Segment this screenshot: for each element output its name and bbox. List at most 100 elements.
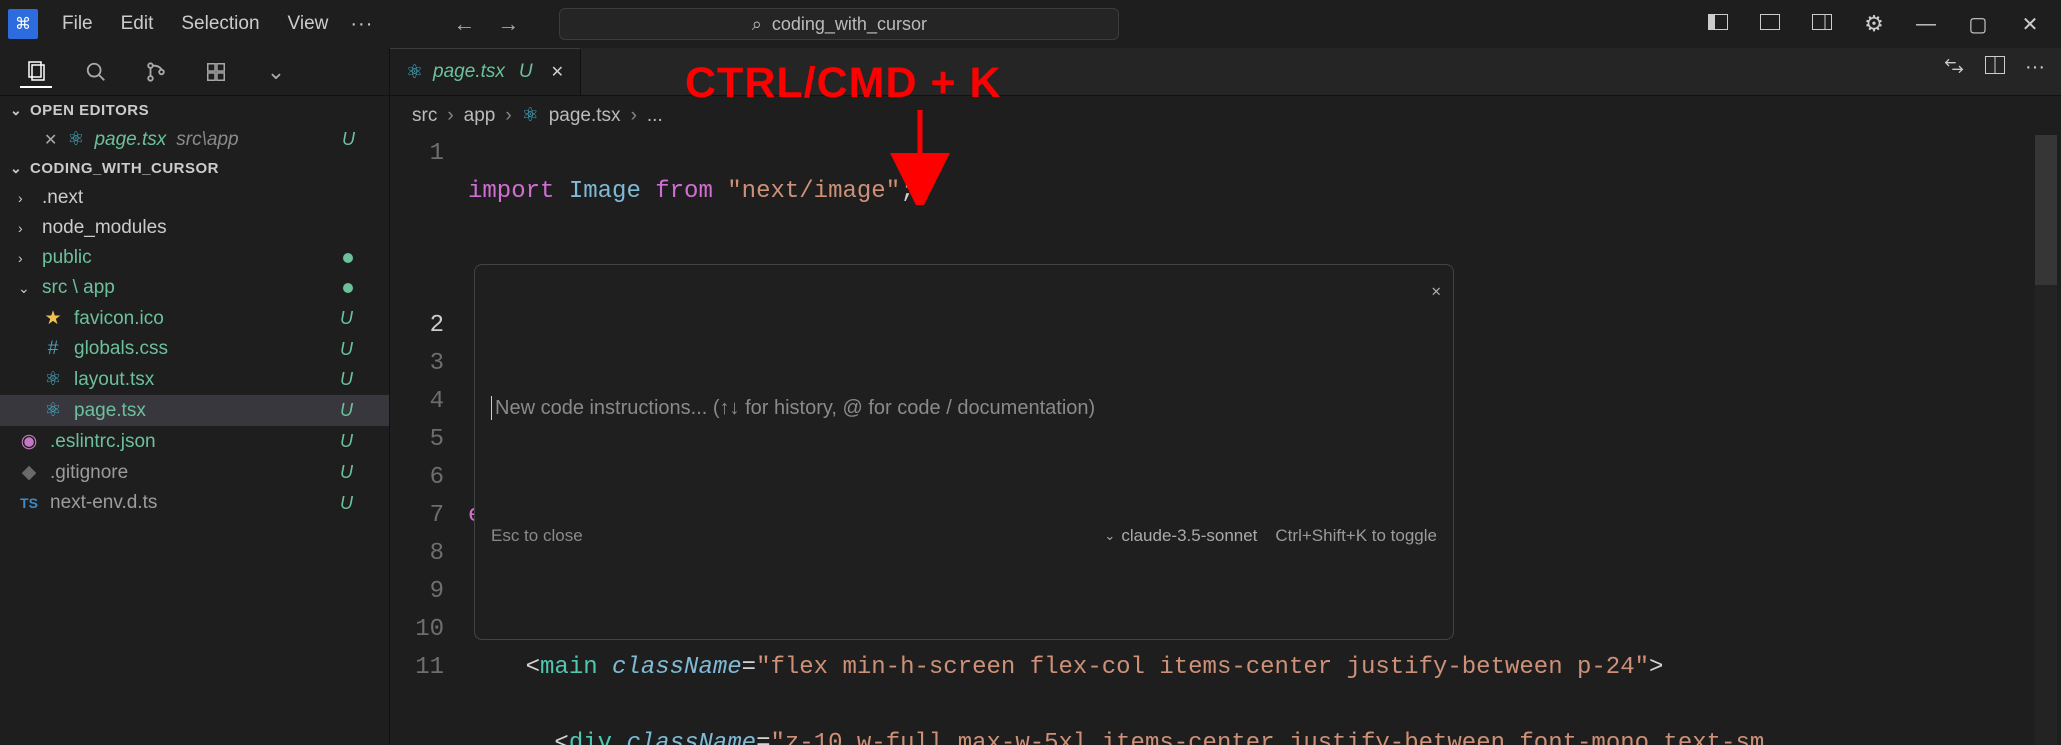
tab-page-tsx[interactable]: ⚛ page.tsx U ✕	[390, 48, 581, 95]
open-editors-header[interactable]: ⌄ OPEN EDITORS	[0, 96, 389, 125]
search-icon[interactable]	[80, 56, 112, 88]
react-icon: ⚛	[406, 61, 423, 84]
file-label: page.tsx	[74, 400, 146, 422]
window-minimize-icon[interactable]: —	[1911, 13, 1941, 36]
toggle-hint: Ctrl+Shift+K to toggle	[1275, 517, 1437, 555]
modified-dot-icon	[343, 253, 353, 263]
chevron-right-icon: ›	[18, 190, 32, 206]
git-icon: ◆	[18, 461, 40, 484]
file-label: next-env.d.ts	[50, 492, 157, 514]
line-gutter: 1 2 3 4 5 6 7 8 9 10 11	[390, 135, 468, 745]
menu-selection[interactable]: Selection	[181, 13, 259, 35]
compare-changes-icon[interactable]	[1943, 56, 1965, 82]
folder-src-app[interactable]: ⌄ src \ app	[0, 273, 389, 303]
status-badge: U	[340, 462, 371, 483]
code-lines[interactable]: import Image from "next/image"; ✕ New co…	[468, 135, 2061, 745]
react-icon: ⚛	[522, 104, 539, 127]
breadcrumb-part[interactable]: src	[412, 105, 437, 127]
minimap-thumb[interactable]	[2035, 135, 2057, 285]
close-icon[interactable]: ✕	[551, 62, 564, 82]
workspace-root-name: CODING_WITH_CURSOR	[30, 160, 219, 177]
close-icon[interactable]: ✕	[1431, 273, 1441, 311]
file-eslintrc[interactable]: ◉ .eslintrc.json U	[0, 426, 389, 457]
minimap[interactable]	[2035, 135, 2057, 745]
folder-label: src \ app	[42, 277, 115, 299]
inline-chat-panel[interactable]: ✕ New code instructions... (↑↓ for histo…	[474, 264, 1454, 640]
file-next-env[interactable]: TS next-env.d.ts U	[0, 488, 389, 518]
sidebar-column: ⌄ ⌄ OPEN EDITORS ✕ ⚛ page.tsx src\app U …	[0, 48, 390, 745]
command-center-text: coding_with_cursor	[772, 14, 927, 35]
split-editor-icon[interactable]	[1985, 56, 2005, 82]
main-row: ⌄ ⌄ OPEN EDITORS ✕ ⚛ page.tsx src\app U …	[0, 48, 2061, 745]
settings-gear-icon[interactable]: ⚙	[1859, 11, 1889, 37]
tab-label: page.tsx	[433, 61, 505, 83]
file-globals-css[interactable]: # globals.css U	[0, 334, 389, 364]
file-label: .eslintrc.json	[50, 431, 156, 453]
model-selector[interactable]: ⌄ claude-3.5-sonnet	[1104, 517, 1257, 555]
open-editor-item[interactable]: ✕ ⚛ page.tsx src\app U	[0, 125, 389, 154]
breadcrumbs[interactable]: src › app › ⚛ page.tsx › ...	[390, 96, 2061, 135]
command-center[interactable]: ⌕ coding_with_cursor	[559, 8, 1119, 40]
chevron-right-icon: ›	[18, 220, 32, 236]
status-badge: U	[340, 308, 371, 329]
open-editor-name: page.tsx	[94, 129, 166, 151]
modified-dot-icon	[343, 283, 353, 293]
model-name: claude-3.5-sonnet	[1121, 517, 1257, 555]
text-caret-icon	[491, 396, 492, 420]
react-icon: ⚛	[67, 128, 84, 151]
status-badge: U	[340, 369, 371, 390]
editor-view[interactable]: 1 2 3 4 5 6 7 8 9 10 11 import Image fro…	[390, 135, 2061, 745]
extensions-icon[interactable]	[200, 56, 232, 88]
chevron-down-icon[interactable]: ⌄	[260, 56, 292, 88]
editor-column: ⚛ page.tsx U ✕ ··· src › app › ⚛ page.ts…	[390, 48, 2061, 745]
explorer-toolbar: ⌄	[0, 48, 389, 96]
file-favicon[interactable]: ★ favicon.ico U	[0, 303, 389, 334]
menu-overflow-icon[interactable]: ···	[350, 13, 373, 36]
esc-hint: Esc to close	[491, 517, 583, 555]
layout-primary-sidebar-icon[interactable]	[1703, 13, 1733, 36]
folder-public[interactable]: › public	[0, 243, 389, 273]
app-icon: ⌘	[8, 9, 38, 39]
menu-file[interactable]: File	[62, 13, 93, 35]
menu-view[interactable]: View	[288, 13, 329, 35]
json-icon: ◉	[18, 430, 40, 453]
menu-edit[interactable]: Edit	[121, 13, 154, 35]
menu-bar: File Edit Selection View	[62, 13, 328, 35]
explorer-files-icon[interactable]	[20, 56, 52, 88]
nav-back-icon[interactable]: ←	[453, 11, 475, 37]
chevron-down-icon: ⌄	[10, 160, 24, 177]
react-icon: ⚛	[42, 399, 64, 422]
close-icon[interactable]: ✕	[44, 130, 57, 150]
file-label: favicon.ico	[74, 308, 164, 330]
folder-label: .next	[42, 187, 83, 209]
breadcrumb-part[interactable]: page.tsx	[549, 105, 621, 127]
status-badge: U	[342, 129, 373, 150]
chevron-right-icon: ›	[447, 105, 453, 127]
breadcrumb-part[interactable]: app	[464, 105, 496, 127]
chevron-right-icon: ›	[18, 250, 32, 266]
file-gitignore[interactable]: ◆ .gitignore U	[0, 457, 389, 488]
window-controls: ⚙ — ▢ ✕	[1703, 11, 2053, 37]
status-badge: U	[340, 493, 371, 514]
layout-secondary-sidebar-icon[interactable]	[1807, 13, 1837, 36]
chevron-right-icon: ›	[631, 105, 637, 127]
status-badge: U	[340, 400, 371, 421]
layout-panel-icon[interactable]	[1755, 13, 1785, 36]
window-close-icon[interactable]: ✕	[2015, 12, 2045, 37]
folder-next[interactable]: › .next	[0, 183, 389, 213]
file-label: globals.css	[74, 338, 168, 360]
inline-chat-input[interactable]: New code instructions... (↑↓ for history…	[495, 389, 1437, 427]
tab-modifier: U	[519, 61, 533, 83]
folder-node-modules[interactable]: › node_modules	[0, 213, 389, 243]
source-control-icon[interactable]	[140, 56, 172, 88]
window-maximize-icon[interactable]: ▢	[1963, 12, 1993, 37]
file-layout-tsx[interactable]: ⚛ layout.tsx U	[0, 364, 389, 395]
file-page-tsx[interactable]: ⚛ page.tsx U	[0, 395, 389, 426]
nav-forward-icon[interactable]: →	[497, 11, 519, 37]
status-badge: U	[340, 339, 371, 360]
workspace-root-header[interactable]: ⌄ CODING_WITH_CURSOR	[0, 154, 389, 183]
open-editor-path: src\app	[176, 129, 238, 151]
more-actions-icon[interactable]: ···	[2025, 56, 2045, 82]
chevron-down-icon: ⌄	[1104, 517, 1115, 555]
react-icon: ⚛	[42, 368, 64, 391]
